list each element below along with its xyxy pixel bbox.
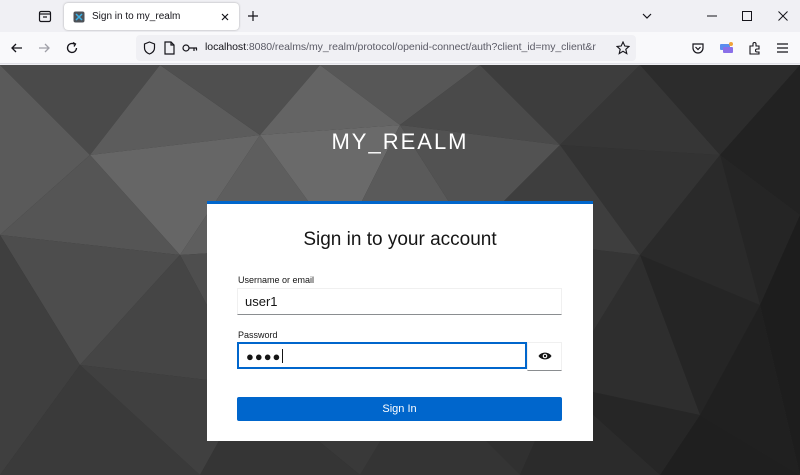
username-input[interactable]: [237, 288, 562, 315]
pocket-icon[interactable]: [689, 39, 707, 57]
show-password-button[interactable]: [527, 342, 562, 371]
forward-arrow-icon[interactable]: [35, 39, 53, 57]
bookmark-star-icon[interactable]: [614, 39, 632, 57]
reload-icon[interactable]: [63, 39, 81, 57]
address-bar[interactable]: localhost:8080/realms/my_realm/protocol/…: [136, 35, 636, 61]
maximize-icon[interactable]: [736, 5, 758, 27]
firefox-view-icon[interactable]: [36, 7, 54, 25]
key-icon[interactable]: [181, 39, 199, 57]
extension-icon[interactable]: [718, 39, 736, 57]
login-card: Sign in to your account Username or emai…: [207, 201, 593, 441]
new-tab-icon[interactable]: [244, 7, 262, 25]
keycloak-favicon-icon: [73, 11, 85, 23]
shield-icon[interactable]: [140, 39, 158, 57]
url-path: :8080/realms/my_realm/protocol/openid-co…: [246, 41, 596, 53]
password-input[interactable]: ●●●●: [237, 342, 527, 369]
sign-in-button[interactable]: Sign In: [237, 397, 562, 421]
url-text[interactable]: localhost:8080/realms/my_realm/protocol/…: [205, 41, 613, 53]
password-masked-value: ●●●●: [246, 349, 284, 364]
browser-tab[interactable]: Sign in to my_realm: [64, 3, 239, 30]
tab-title: Sign in to my_realm: [92, 11, 181, 22]
extensions-puzzle-icon[interactable]: [746, 39, 764, 57]
page-viewport: MY_REALM Sign in to your account Usernam…: [0, 65, 800, 475]
close-window-icon[interactable]: [772, 5, 794, 27]
back-arrow-icon[interactable]: [8, 39, 26, 57]
form-title: Sign in to your account: [303, 229, 497, 250]
realm-title: MY_REALM: [331, 129, 469, 154]
eye-icon: [538, 348, 552, 366]
page-icon[interactable]: [160, 39, 178, 57]
chevron-down-icon[interactable]: [638, 7, 656, 25]
password-label: Password: [238, 330, 278, 340]
url-host: localhost: [205, 41, 246, 53]
username-label: Username or email: [238, 275, 315, 285]
tab-strip: Sign in to my_realm: [0, 0, 800, 32]
tab-close-icon[interactable]: [217, 9, 233, 25]
minimize-icon[interactable]: [701, 5, 723, 27]
menu-hamburger-icon[interactable]: [773, 39, 791, 57]
navigation-toolbar: localhost:8080/realms/my_realm/protocol/…: [0, 32, 800, 64]
